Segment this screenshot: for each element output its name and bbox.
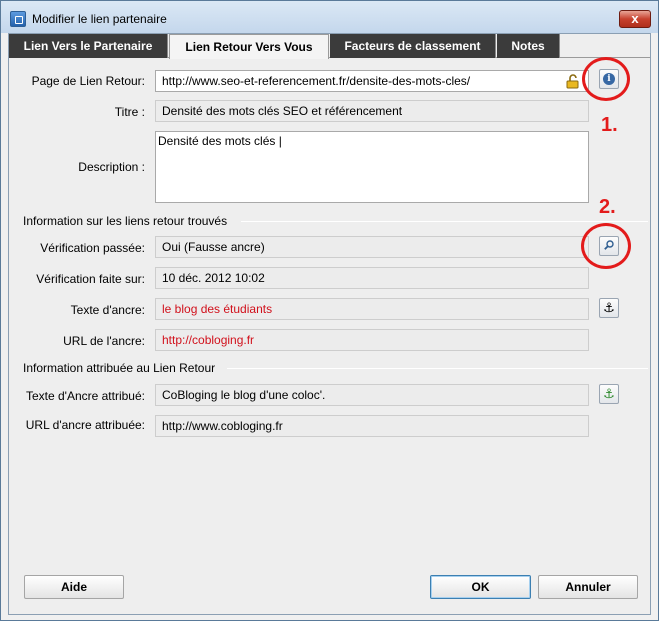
description-textarea[interactable]: Densité des mots clés | bbox=[155, 131, 589, 203]
annotation-circle-2 bbox=[581, 223, 631, 269]
attr-anchor-url-field[interactable]: http://www.cobloging.fr bbox=[155, 415, 589, 437]
verification-date-field[interactable]: 10 déc. 2012 10:02 bbox=[155, 267, 589, 289]
description-label: Description : bbox=[78, 160, 145, 174]
page-lien-retour-input[interactable]: http://www.seo-et-referencement.fr/densi… bbox=[155, 70, 589, 92]
window-title: Modifier le lien partenaire bbox=[32, 12, 167, 26]
anchor-url-field[interactable]: http://cobloging.fr bbox=[155, 329, 589, 351]
anchor-text-field[interactable]: le blog des étudiants bbox=[155, 298, 589, 320]
section-attr-title: Information attribuée au Lien Retour bbox=[23, 361, 216, 375]
verification-date-label: Vérification faite sur: bbox=[36, 272, 145, 286]
attr-anchor-text-label: Texte d'Ancre attribué: bbox=[25, 389, 145, 403]
annotation-circle-1 bbox=[582, 57, 630, 101]
anchor-text-label: Texte d'ancre: bbox=[70, 303, 145, 317]
attr-anchor-text-field[interactable]: CoBloging le blog d'une coloc'. bbox=[155, 384, 589, 406]
annotation-label-2: 2. bbox=[599, 196, 616, 218]
section-found-divider bbox=[241, 221, 648, 222]
ok-button[interactable]: OK bbox=[430, 575, 531, 599]
lock-icon[interactable] bbox=[566, 74, 580, 89]
section-found-title: Information sur les liens retour trouvés bbox=[23, 214, 228, 228]
verification-field[interactable]: Oui (Fausse ancre) bbox=[155, 236, 589, 258]
anchor-add-button[interactable]: ⚓ bbox=[599, 384, 619, 404]
tab-lien-retour-vers-vous[interactable]: Lien Retour Vers Vous bbox=[169, 34, 329, 59]
verification-label: Vérification passée: bbox=[40, 241, 145, 255]
title-bar[interactable]: Modifier le lien partenaire x bbox=[1, 1, 658, 33]
titre-label: Titre : bbox=[114, 105, 145, 119]
titre-field[interactable]: Densité des mots clés SEO et référenceme… bbox=[155, 100, 589, 122]
tab-lien-vers-partenaire[interactable]: Lien Vers le Partenaire bbox=[9, 34, 168, 58]
dialog-body: Lien Vers le Partenaire Lien Retour Vers… bbox=[8, 33, 651, 615]
tab-notes[interactable]: Notes bbox=[497, 34, 560, 58]
close-button[interactable]: x bbox=[619, 10, 651, 28]
app-icon bbox=[10, 11, 26, 27]
annotation-label-1: 1. bbox=[601, 114, 618, 136]
attr-anchor-url-label: URL d'ancre attribuée: bbox=[25, 418, 145, 432]
anchor-icon: ⚓ bbox=[603, 300, 615, 315]
help-button[interactable]: Aide bbox=[24, 575, 124, 599]
dialog-window: Modifier le lien partenaire x Lien Vers … bbox=[0, 0, 659, 621]
tab-facteurs-classement[interactable]: Facteurs de classement bbox=[330, 34, 496, 58]
tab-bar: Lien Vers le Partenaire Lien Retour Vers… bbox=[9, 34, 650, 59]
page-lien-retour-label: Page de Lien Retour: bbox=[31, 74, 145, 88]
cancel-button[interactable]: Annuler bbox=[538, 575, 638, 599]
anchor-url-label: URL de l'ancre: bbox=[63, 334, 145, 348]
anchor-add-icon: ⚓ bbox=[603, 386, 615, 401]
section-attr-divider bbox=[227, 368, 648, 369]
anchor-button[interactable]: ⚓ bbox=[599, 298, 619, 318]
